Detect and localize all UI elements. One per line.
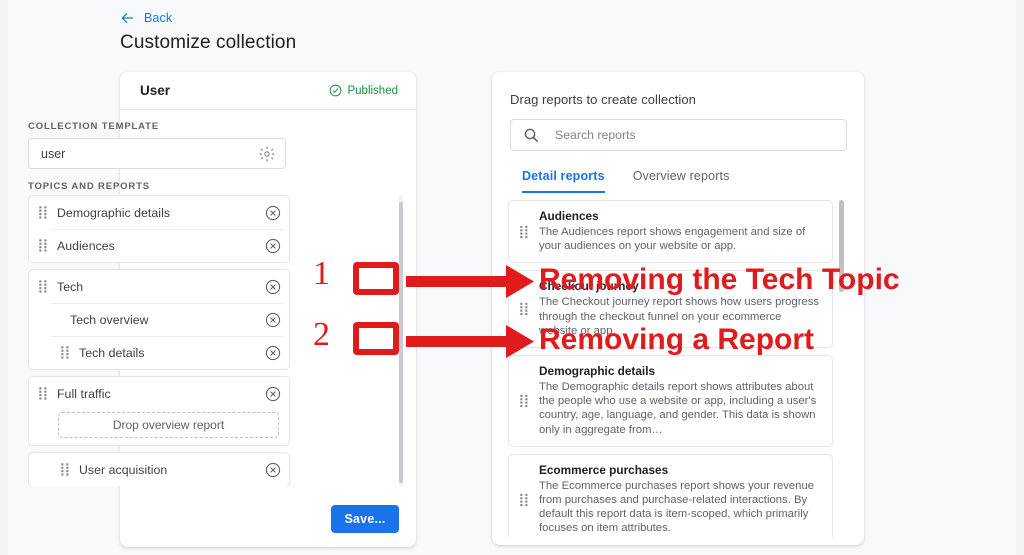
remove-circle-icon[interactable] xyxy=(265,312,281,328)
topic-row-label: Tech details xyxy=(79,345,145,360)
topic-row[interactable]: Tech details xyxy=(29,336,289,369)
report-card[interactable]: Demographic details The Demographic detai… xyxy=(508,355,833,447)
report-card[interactable]: Ecommerce purchases The Ecommerce purchas… xyxy=(508,453,833,537)
topic-row[interactable]: Demographic details xyxy=(29,196,289,229)
check-circle-icon xyxy=(330,84,342,97)
remove-circle-icon[interactable] xyxy=(265,386,281,402)
report-card-name: Checkout journey xyxy=(539,279,639,294)
report-card-name: Audiences xyxy=(539,209,599,223)
left-scrollbar-thumb[interactable] xyxy=(399,202,403,483)
back-button[interactable]: Back xyxy=(120,10,172,26)
page-title: Customize collection xyxy=(120,32,297,53)
search-reports-box[interactable]: Search reports xyxy=(510,119,847,151)
topic-row-label: Tech xyxy=(57,279,84,294)
tab-overview-reports[interactable]: Overview reports xyxy=(619,169,744,193)
topic-row-label: Full traffic xyxy=(57,386,111,401)
report-card[interactable]: Checkout journey The Checkout journey rep… xyxy=(508,270,833,349)
topic-row-label: Demographic details xyxy=(57,205,171,220)
topic-row-label: Tech overview xyxy=(70,312,149,327)
drag-handle-icon[interactable] xyxy=(61,346,70,359)
collection-template-field[interactable]: user xyxy=(28,138,286,169)
drag-handle-icon[interactable] xyxy=(39,239,48,252)
topic-row[interactable]: Tech xyxy=(29,270,289,303)
app-page: Back Customize collection User Published… xyxy=(8,0,1016,555)
report-card-description: The Audiences report shows engagement an… xyxy=(539,226,806,253)
search-input-placeholder: Search reports xyxy=(555,128,636,142)
report-card-name: Ecommerce purchases xyxy=(539,462,669,477)
status-badge: Published xyxy=(329,84,398,97)
remove-circle-icon[interactable] xyxy=(265,279,281,295)
topic-row-label: Audiences xyxy=(57,238,115,253)
arrow-left-icon xyxy=(121,12,133,24)
drag-handle-icon[interactable] xyxy=(520,394,529,408)
topic-row-label: User acquisition xyxy=(79,462,168,477)
right-scrollbar-thumb[interactable] xyxy=(839,200,844,292)
back-label: Back xyxy=(144,11,173,25)
remove-circle-icon[interactable] xyxy=(265,205,281,221)
remove-circle-icon[interactable] xyxy=(265,238,281,254)
collection-header: User Published xyxy=(120,72,416,110)
search-icon xyxy=(524,128,539,143)
status-badge-label: Published xyxy=(347,84,398,97)
report-library-card: Drag reports to create collection Search… xyxy=(492,72,864,545)
drag-handle-icon[interactable] xyxy=(39,206,48,219)
topic-group: Tech Tech overview Tech details xyxy=(28,269,290,370)
report-list[interactable]: Audiences The Audiences report shows enga… xyxy=(508,200,833,537)
drag-handle-icon[interactable] xyxy=(520,493,529,506)
drag-handle-icon[interactable] xyxy=(520,303,529,316)
topic-row[interactable]: Audiences xyxy=(29,229,289,262)
topic-group: Demographic details Audiences xyxy=(28,195,290,263)
drag-handle-icon[interactable] xyxy=(61,463,70,476)
collection-template-label: COLLECTION TEMPLATE xyxy=(28,121,160,132)
report-card-description: The Ecommerce purchases report shows you… xyxy=(539,479,815,535)
collection-name: User xyxy=(140,83,171,98)
report-card[interactable]: Audiences The Audiences report shows enga… xyxy=(508,200,833,264)
topic-group: User acquisition xyxy=(28,452,290,486)
report-card-description: The Demographic details report shows att… xyxy=(539,381,817,436)
drop-overview-report-zone[interactable]: Drop overview report xyxy=(58,412,279,438)
spinner-gear-icon[interactable] xyxy=(259,146,275,162)
drag-handle-icon[interactable] xyxy=(520,225,529,238)
topic-row[interactable]: Tech overview xyxy=(29,303,289,336)
report-card-name: Demographic details xyxy=(539,364,656,379)
topic-group: Full traffic Drop overview report xyxy=(28,376,290,446)
report-card-description: The Checkout journey report shows how us… xyxy=(539,296,820,337)
topics-scroll-region[interactable]: Demographic details Audiences Tech Tech ove… xyxy=(28,195,290,486)
remove-circle-icon[interactable] xyxy=(265,345,281,361)
collection-template-value: user xyxy=(41,146,66,161)
topics-and-reports-label: TOPICS AND REPORTS xyxy=(28,181,150,192)
topic-row[interactable]: Full traffic xyxy=(29,377,289,410)
save-button[interactable]: Save... xyxy=(331,505,399,533)
topic-row[interactable]: User acquisition xyxy=(29,453,289,486)
report-tabs: Detail reports Overview reports xyxy=(508,169,744,193)
drag-handle-icon[interactable] xyxy=(39,280,48,293)
tab-detail-reports[interactable]: Detail reports xyxy=(508,169,619,193)
drag-handle-icon[interactable] xyxy=(39,387,48,400)
report-library-title: Drag reports to create collection xyxy=(510,92,696,107)
remove-circle-icon[interactable] xyxy=(265,462,281,478)
